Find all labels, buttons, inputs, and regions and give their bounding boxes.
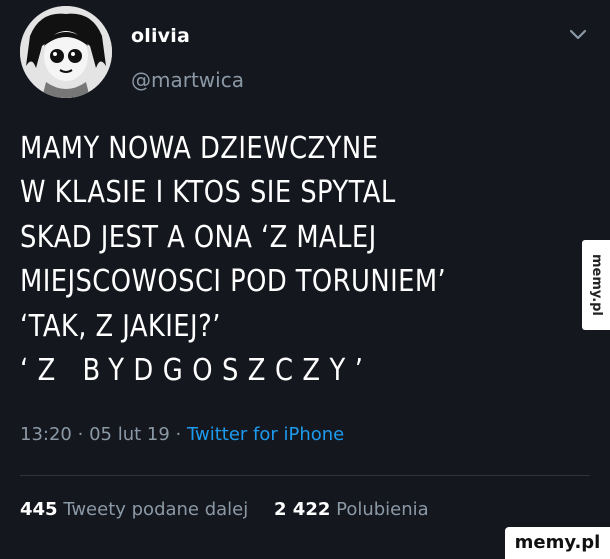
separator: · bbox=[77, 424, 90, 445]
retweets-label: Tweety podane dalej bbox=[63, 499, 249, 520]
tweet-time[interactable]: 13:20 bbox=[20, 424, 72, 445]
avatar[interactable] bbox=[20, 6, 112, 98]
tweet-line: ‘Z BYDGOSZCZY’ bbox=[20, 352, 373, 388]
display-name[interactable]: olivia bbox=[131, 25, 190, 47]
tweet-metadata: 13:20 · 05 lut 19 · Twitter for iPhone bbox=[20, 424, 344, 445]
retweets-count: 445 bbox=[20, 499, 58, 520]
tweet-source-link[interactable]: Twitter for iPhone bbox=[187, 424, 344, 445]
likes-stat[interactable]: 2 422 Polubienia bbox=[274, 499, 449, 520]
chevron-down-icon[interactable] bbox=[566, 25, 590, 45]
likes-count: 2 422 bbox=[274, 499, 331, 520]
tweet-line: W KLASIE I KTOS SIE SPYTAL bbox=[20, 175, 396, 211]
avatar-image bbox=[20, 6, 112, 98]
tweet-line: ‘TAK, Z JAKIEJ?’ bbox=[20, 308, 221, 344]
engagement-stats: 445 Tweety podane dalej 2 422 Polubienia bbox=[20, 499, 449, 520]
corner-watermark: memy.pl bbox=[505, 527, 610, 559]
separator: · bbox=[175, 424, 187, 445]
user-handle[interactable]: @martwica bbox=[131, 68, 244, 92]
divider bbox=[20, 475, 590, 476]
tweet-line: SKAD JEST A ONA ‘Z MALEJ bbox=[20, 219, 377, 255]
tweet-text: MAMY NOWA DZIEWCZYNE W KLASIE I KTOS SIE… bbox=[20, 127, 502, 393]
retweets-stat[interactable]: 445 Tweety podane dalej bbox=[20, 499, 274, 520]
tweet-line: MAMY NOWA DZIEWCZYNE bbox=[20, 131, 379, 166]
likes-label: Polubienia bbox=[336, 499, 429, 520]
side-watermark: memy.pl bbox=[582, 240, 610, 330]
tweet-line: MIEJSCOWOSCI POD TORUNIEM’ bbox=[20, 264, 447, 300]
tweet-date[interactable]: 05 lut 19 bbox=[89, 424, 170, 445]
